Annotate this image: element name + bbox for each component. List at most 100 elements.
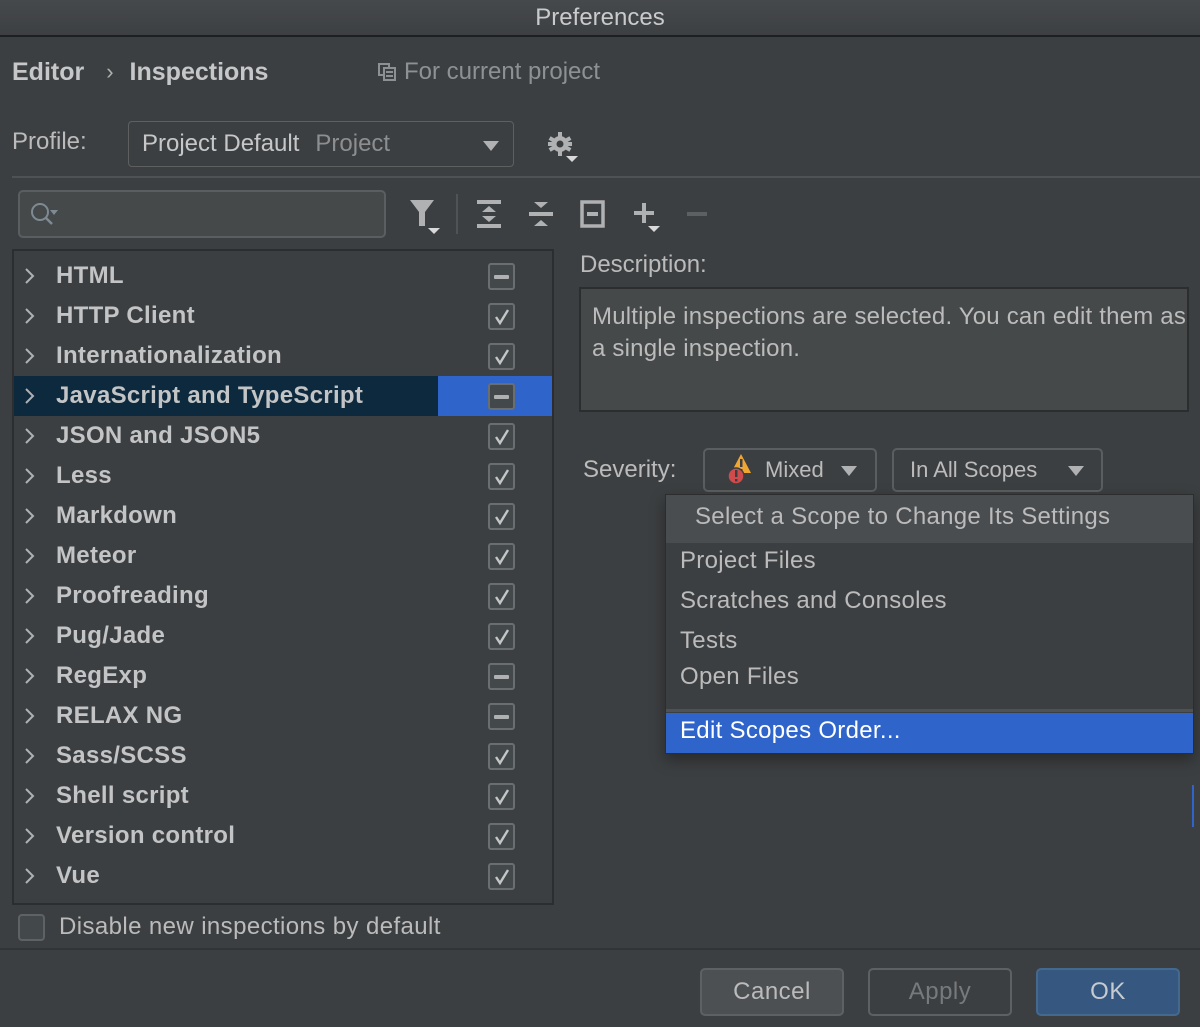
tree-item-label: JSON and JSON5 xyxy=(56,422,261,449)
tree-item[interactable]: HTTP Client xyxy=(14,296,552,336)
tree-item[interactable]: Version control xyxy=(14,816,552,856)
checkmark-icon xyxy=(495,589,510,606)
tree-item-checkbox[interactable] xyxy=(488,543,515,570)
search-input[interactable] xyxy=(18,190,386,238)
scope-item-tests[interactable]: Tests xyxy=(666,623,1193,663)
chevron-right-icon[interactable] xyxy=(22,827,38,845)
tree-item-label: RELAX NG xyxy=(56,702,183,729)
mixed-severity-icon xyxy=(727,453,761,487)
tree-item-label: Meteor xyxy=(56,542,137,569)
scope-item-project-files[interactable]: Project Files xyxy=(666,543,1193,583)
tree-item[interactable]: Shell script xyxy=(14,776,552,816)
tree-item-label: JavaScript and TypeScript xyxy=(56,382,364,409)
checkmark-icon xyxy=(495,309,510,326)
tree-item-checkbox[interactable] xyxy=(488,423,515,450)
tree-item[interactable]: RELAX NG xyxy=(14,696,552,736)
tree-item-checkbox[interactable] xyxy=(488,703,515,730)
chevron-right-icon[interactable] xyxy=(22,547,38,565)
tree-item[interactable]: Markdown xyxy=(14,496,552,536)
remove-icon[interactable] xyxy=(684,196,718,232)
tree-item-checkbox[interactable] xyxy=(488,463,515,490)
project-scope-icon xyxy=(378,63,396,81)
tree-item-label: Sass/SCSS xyxy=(56,742,187,769)
tree-item[interactable]: Less xyxy=(14,456,552,496)
tree-item[interactable]: JavaScript and TypeScript xyxy=(14,376,552,416)
chevron-right-icon[interactable] xyxy=(22,347,38,365)
tree-item-label: Internationalization xyxy=(56,342,283,369)
checkmark-icon xyxy=(495,629,510,646)
tree-item-label: Vue xyxy=(56,862,101,889)
checkmark-icon xyxy=(495,829,510,846)
chevron-right-icon[interactable] xyxy=(22,467,38,485)
apply-button[interactable]: Apply xyxy=(868,968,1012,1016)
tree-item-checkbox[interactable] xyxy=(488,503,515,530)
disable-new-inspections[interactable]: Disable new inspections by default xyxy=(18,912,441,942)
tree-item[interactable]: JSON and JSON5 xyxy=(14,416,552,456)
severity-dropdown[interactable]: Mixed xyxy=(703,448,877,492)
tree-item-checkbox[interactable] xyxy=(488,303,515,330)
tree-item-checkbox[interactable] xyxy=(488,823,515,850)
chevron-right-icon[interactable] xyxy=(22,427,38,445)
reset-to-empty-icon[interactable] xyxy=(576,196,610,232)
tree-item[interactable]: Vue xyxy=(14,856,552,896)
tree-item[interactable]: HTML xyxy=(14,256,552,296)
breadcrumb-editor[interactable]: Editor xyxy=(12,58,84,87)
tree-item[interactable]: Pug/Jade xyxy=(14,616,552,656)
tree-item[interactable]: Meteor xyxy=(14,536,552,576)
ok-button[interactable]: OK xyxy=(1036,968,1180,1016)
checkmark-icon xyxy=(495,789,510,806)
checkmark-icon xyxy=(495,509,510,526)
chevron-right-icon[interactable] xyxy=(22,707,38,725)
breadcrumb-inspections: Inspections xyxy=(129,57,269,86)
checkmark-icon xyxy=(495,349,510,366)
chevron-right-icon[interactable] xyxy=(22,627,38,645)
chevron-right-icon[interactable] xyxy=(22,387,38,405)
tree-item-checkbox[interactable] xyxy=(488,663,515,690)
chevron-right-icon[interactable] xyxy=(22,787,38,805)
tree-item[interactable]: Proofreading xyxy=(14,576,552,616)
gear-icon[interactable] xyxy=(546,130,580,164)
tree-item[interactable]: Sass/SCSS xyxy=(14,736,552,776)
scope-item-open-files[interactable]: Open Files xyxy=(666,659,1193,699)
tree-item-checkbox[interactable] xyxy=(488,863,515,890)
tree-item-checkbox[interactable] xyxy=(488,263,515,290)
chevron-right-icon[interactable] xyxy=(22,587,38,605)
add-icon[interactable] xyxy=(630,196,664,232)
tree-item-checkbox[interactable] xyxy=(488,383,515,410)
minus-icon xyxy=(494,275,509,279)
profile-name: Project Default xyxy=(142,130,300,157)
inspections-tree[interactable]: HTML HTTP Client Internationalization JavaS… xyxy=(12,249,554,905)
disable-new-inspections-checkbox[interactable] xyxy=(18,913,45,941)
filter-icon[interactable] xyxy=(408,196,442,234)
chevron-right-icon[interactable] xyxy=(22,667,38,685)
toolbar-separator xyxy=(456,194,458,234)
tree-item[interactable]: Internationalization xyxy=(14,336,552,376)
severity-value: Mixed xyxy=(765,457,824,482)
chevron-right-icon[interactable] xyxy=(22,867,38,885)
search-icon xyxy=(31,203,58,225)
cancel-button[interactable]: Cancel xyxy=(700,968,844,1016)
edit-scopes-order-item[interactable]: Edit Scopes Order... xyxy=(666,713,1193,753)
chevron-down-icon xyxy=(841,466,857,476)
tree-item-checkbox[interactable] xyxy=(488,743,515,770)
chevron-down-icon xyxy=(1068,466,1084,476)
checkmark-icon xyxy=(495,749,510,766)
chevron-right-icon[interactable] xyxy=(22,307,38,325)
tree-item-checkbox[interactable] xyxy=(488,783,515,810)
profile-label: Profile: xyxy=(12,128,87,155)
tree-item-checkbox[interactable] xyxy=(488,623,515,650)
scope-dropdown[interactable]: In All Scopes xyxy=(892,448,1103,492)
popup-separator xyxy=(666,709,1193,712)
chevron-right-icon[interactable] xyxy=(22,507,38,525)
window-title: Preferences xyxy=(0,0,1200,37)
chevron-right-icon[interactable] xyxy=(22,267,38,285)
tree-item[interactable]: RegExp xyxy=(14,656,552,696)
profile-dropdown[interactable]: Project Default Project xyxy=(128,121,514,167)
tree-item-checkbox[interactable] xyxy=(488,343,515,370)
minus-icon xyxy=(494,675,509,679)
collapse-all-icon[interactable] xyxy=(524,196,558,232)
expand-all-icon[interactable] xyxy=(472,196,506,232)
tree-item-checkbox[interactable] xyxy=(488,583,515,610)
scope-item-scratches-and-consoles[interactable]: Scratches and Consoles xyxy=(666,583,1193,623)
chevron-right-icon[interactable] xyxy=(22,747,38,765)
